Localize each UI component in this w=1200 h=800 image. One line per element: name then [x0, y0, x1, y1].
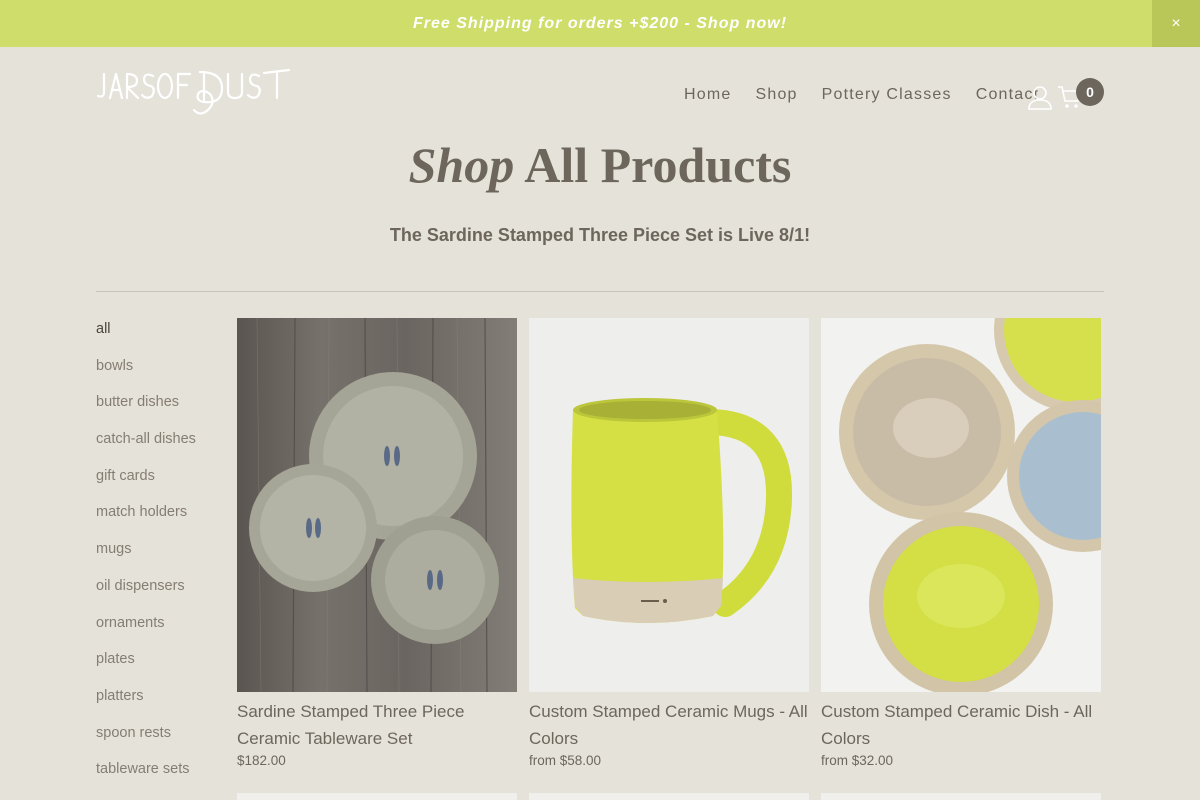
announcement-text[interactable]: Free Shipping for orders +$200 - Shop no…: [413, 15, 787, 33]
product-price: from $32.00: [821, 753, 894, 768]
nav-pottery-classes[interactable]: Pottery Classes: [822, 86, 952, 104]
product-price: $182.00: [237, 753, 286, 768]
category-sidebar: all bowls butter dishes catch-all dishes…: [96, 318, 226, 795]
product-title[interactable]: Custom Stamped Ceramic Mugs - All Colors: [529, 698, 809, 752]
account-icon[interactable]: [1027, 84, 1053, 110]
cart-count-badge[interactable]: 0: [1076, 78, 1104, 106]
nav-home[interactable]: Home: [684, 86, 731, 104]
category-bowls[interactable]: bowls: [96, 355, 226, 392]
category-gift-cards[interactable]: gift cards: [96, 465, 226, 502]
product-image-mug[interactable]: [529, 318, 809, 692]
site-logo[interactable]: [96, 64, 292, 120]
category-spoon-rests[interactable]: spoon rests: [96, 722, 226, 759]
page-title-rest: All Products: [524, 137, 792, 193]
product-title[interactable]: Custom Stamped Ceramic Dish - All Colors: [821, 698, 1101, 752]
main-nav: Home Shop Pottery Classes Contact: [684, 86, 1039, 104]
product-title[interactable]: Sardine Stamped Three Piece Ceramic Tabl…: [237, 698, 517, 752]
category-mugs[interactable]: mugs: [96, 538, 226, 575]
category-plates[interactable]: plates: [96, 648, 226, 685]
product-card[interactable]: Custom Stamped Ceramic Mugs - All Colors…: [529, 318, 809, 768]
product-price: from $58.00: [529, 753, 602, 768]
product-card-peek: [529, 793, 809, 800]
category-catch-all-dishes[interactable]: catch-all dishes: [96, 428, 226, 465]
product-image-sardine-set[interactable]: [237, 318, 517, 692]
product-card-peek: [237, 793, 517, 800]
category-tableware-sets[interactable]: tableware sets: [96, 758, 226, 795]
product-card[interactable]: Sardine Stamped Three Piece Ceramic Tabl…: [237, 318, 517, 768]
category-ornaments[interactable]: ornaments: [96, 612, 226, 649]
close-icon[interactable]: ×: [1152, 0, 1200, 47]
page-subtitle: The Sardine Stamped Three Piece Set is L…: [389, 225, 811, 245]
page-title-italic: Shop: [408, 137, 515, 193]
announcement-bar: Free Shipping for orders +$200 - Shop no…: [0, 0, 1200, 47]
product-card[interactable]: Custom Stamped Ceramic Dish - All Colors…: [821, 318, 1101, 768]
category-match-holders[interactable]: match holders: [96, 501, 226, 538]
nav-shop[interactable]: Shop: [755, 86, 797, 104]
product-card-peek: [821, 793, 1101, 800]
category-all[interactable]: all: [96, 318, 226, 355]
category-oil-dispensers[interactable]: oil dispensers: [96, 575, 226, 612]
divider: [96, 291, 1104, 292]
category-butter-dishes[interactable]: butter dishes: [96, 391, 226, 428]
category-platters[interactable]: platters: [96, 685, 226, 722]
page-title: Shop All Products: [0, 136, 1200, 194]
product-image-dish[interactable]: [821, 318, 1101, 692]
logo-wordmark: [96, 68, 291, 115]
